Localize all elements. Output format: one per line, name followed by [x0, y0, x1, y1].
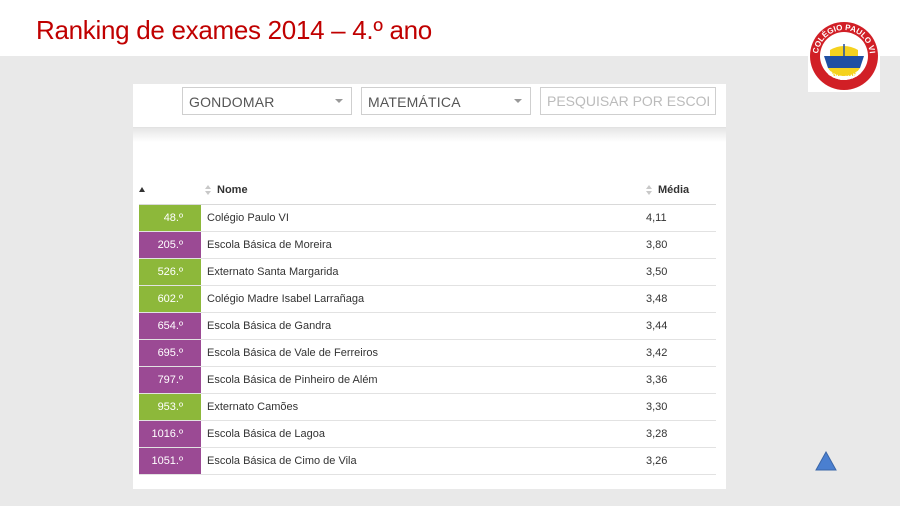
- slide-title: Ranking de exames 2014 – 4.º ano: [36, 15, 432, 45]
- average-cell: 3,26: [646, 447, 716, 475]
- school-name-cell: Escola Básica de Cimo de Vila: [201, 447, 646, 475]
- rank-cell: 1051.º: [139, 447, 201, 475]
- subject-select[interactable]: MATEMÁTICA: [361, 87, 531, 115]
- table-row: 205.º Escola Básica de Moreira 3,80: [139, 231, 716, 259]
- school-name-cell: Escola Básica de Lagoa: [201, 420, 646, 448]
- average-cell: 3,42: [646, 339, 716, 367]
- logo-book-blue: [824, 56, 864, 68]
- subject-select-value: MATEMÁTICA: [368, 94, 461, 110]
- sort-ascending-icon: [139, 187, 145, 193]
- table-row: 526.º Externato Santa Margarida 3,50: [139, 258, 716, 286]
- name-column-label: Nome: [217, 183, 248, 196]
- name-column-header[interactable]: Nome: [201, 176, 646, 205]
- district-select[interactable]: GONDOMAR: [182, 87, 352, 115]
- table-row: 695.º Escola Básica de Vale de Ferreiros…: [139, 339, 716, 367]
- school-name-cell: Externato Santa Margarida: [201, 258, 646, 286]
- average-cell: 3,50: [646, 258, 716, 286]
- school-search-input[interactable]: [540, 87, 716, 115]
- average-column-header[interactable]: Média: [646, 176, 716, 205]
- rank-cell: 602.º: [139, 285, 201, 313]
- average-column-label: Média: [658, 183, 690, 196]
- sort-icon: [646, 184, 652, 195]
- ranking-panel: GONDOMAR MATEMÁTICA Nome Média: [133, 84, 726, 489]
- triangle-up-icon[interactable]: [815, 451, 837, 471]
- table-row: 1016.º Escola Básica de Lagoa 3,28: [139, 420, 716, 448]
- chevron-down-icon: [335, 99, 343, 103]
- nav-up-shape: [815, 451, 837, 471]
- average-cell: 3,30: [646, 393, 716, 421]
- school-name-cell: Escola Básica de Gandra: [201, 312, 646, 340]
- school-name-cell: Externato Camões: [201, 393, 646, 421]
- sort-icon: [205, 184, 211, 195]
- ranking-table: Nome Média 48.º Colégio Paulo VI 4,11 20…: [139, 176, 716, 475]
- rank-cell: 797.º: [139, 366, 201, 394]
- school-name-cell: Colégio Paulo VI: [201, 204, 646, 232]
- chevron-down-icon: [514, 99, 522, 103]
- rank-column-header[interactable]: [139, 176, 201, 205]
- school-name-cell: Escola Básica de Pinheiro de Além: [201, 366, 646, 394]
- table-row: 953.º Externato Camões 3,30: [139, 393, 716, 421]
- average-cell: 3,44: [646, 312, 716, 340]
- rank-cell: 695.º: [139, 339, 201, 367]
- table-row: 602.º Colégio Madre Isabel Larrañaga 3,4…: [139, 285, 716, 313]
- filter-bar-shadow: [133, 128, 726, 142]
- school-name-cell: Escola Básica de Moreira: [201, 231, 646, 259]
- school-logo: COLÉGIO PAULO VI GONDOMAR: [808, 20, 880, 92]
- rank-cell: 205.º: [139, 231, 201, 259]
- table-row: 654.º Escola Básica de Gandra 3,44: [139, 312, 716, 340]
- table-header-row: Nome Média: [139, 176, 716, 205]
- rank-cell: 953.º: [139, 393, 201, 421]
- rank-cell: 526.º: [139, 258, 201, 286]
- average-cell: 3,36: [646, 366, 716, 394]
- filter-bar: GONDOMAR MATEMÁTICA: [133, 84, 726, 128]
- school-name-cell: Colégio Madre Isabel Larrañaga: [201, 285, 646, 313]
- rank-cell: 48.º: [139, 204, 201, 232]
- average-cell: 3,28: [646, 420, 716, 448]
- district-select-value: GONDOMAR: [189, 94, 275, 110]
- rank-cell: 654.º: [139, 312, 201, 340]
- slide-header: Ranking de exames 2014 – 4.º ano: [0, 0, 900, 56]
- table-row: 1051.º Escola Básica de Cimo de Vila 3,2…: [139, 447, 716, 475]
- rank-cell: 1016.º: [139, 420, 201, 448]
- school-name-cell: Escola Básica de Vale de Ferreiros: [201, 339, 646, 367]
- average-cell: 4,11: [646, 204, 716, 232]
- table-row: 48.º Colégio Paulo VI 4,11: [139, 204, 716, 232]
- average-cell: 3,48: [646, 285, 716, 313]
- table-row: 797.º Escola Básica de Pinheiro de Além …: [139, 366, 716, 394]
- average-cell: 3,80: [646, 231, 716, 259]
